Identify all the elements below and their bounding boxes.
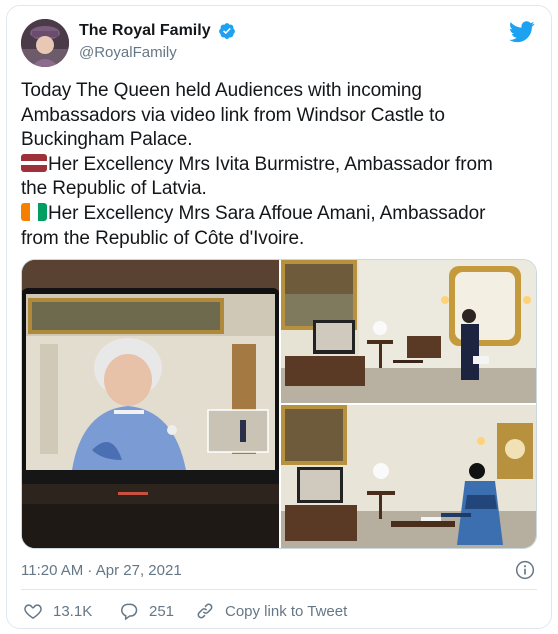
ivory-line: Her Excellency Mrs Sara Affoue Amani, Am… [21,202,541,227]
link-icon [197,603,213,619]
tweet-line: Buckingham Palace. [21,129,193,151]
avatar[interactable] [21,19,69,67]
tweet-timestamp[interactable]: 11:20 AM · Apr 27, 2021 [21,562,182,579]
handle[interactable]: @RoyalFamily [79,44,236,61]
ambassador-latvia-photo[interactable] [281,260,536,403]
tweet-card[interactable]: The Royal Family @RoyalFamily Today The … [6,5,552,629]
tweet-line: Ambassadors via video link from Windsor … [21,104,445,126]
tweet-line: the Republic of Latvia. [21,178,207,200]
tweet-header: The Royal Family @RoyalFamily [21,19,537,69]
ambassador-cote-divoire-photo[interactable] [281,405,536,548]
latvia-text: Her Excellency Mrs Ivita Burmistre, Amba… [48,153,493,175]
latvia-flag-icon [21,153,47,172]
tweet-line: from the Republic of Côte d'Ivoire. [21,227,305,249]
heart-icon [24,604,42,619]
copy-link-label: Copy link to Tweet [225,602,348,620]
queen-video-call-photo[interactable] [22,260,279,548]
tweet-line: Today The Queen held Audiences with inco… [21,80,422,101]
cote-divoire-flag-icon [21,202,47,221]
divider [21,589,537,590]
ivory-text: Her Excellency Mrs Sara Affoue Amani, Am… [48,202,486,224]
tweet-actions: 13.1K 251 Copy link to Tweet [21,598,537,624]
reply-button[interactable]: 251 [119,598,174,624]
verified-badge-icon [219,23,235,39]
reply-count: 251 [149,602,175,620]
reply-bubble-icon [121,603,138,621]
info-icon[interactable] [515,560,535,580]
copy-link-button[interactable]: Copy link to Tweet [195,598,347,624]
media-grid [21,259,537,549]
like-button[interactable]: 13.1K [23,598,92,624]
twitter-bird-icon[interactable] [509,21,535,43]
tweet-text: Today The Queen held Audiences with inco… [21,79,541,251]
display-name[interactable]: The Royal Family [79,22,211,40]
like-count: 13.1K [53,602,93,620]
latvia-line: Her Excellency Mrs Ivita Burmistre, Amba… [21,153,541,178]
